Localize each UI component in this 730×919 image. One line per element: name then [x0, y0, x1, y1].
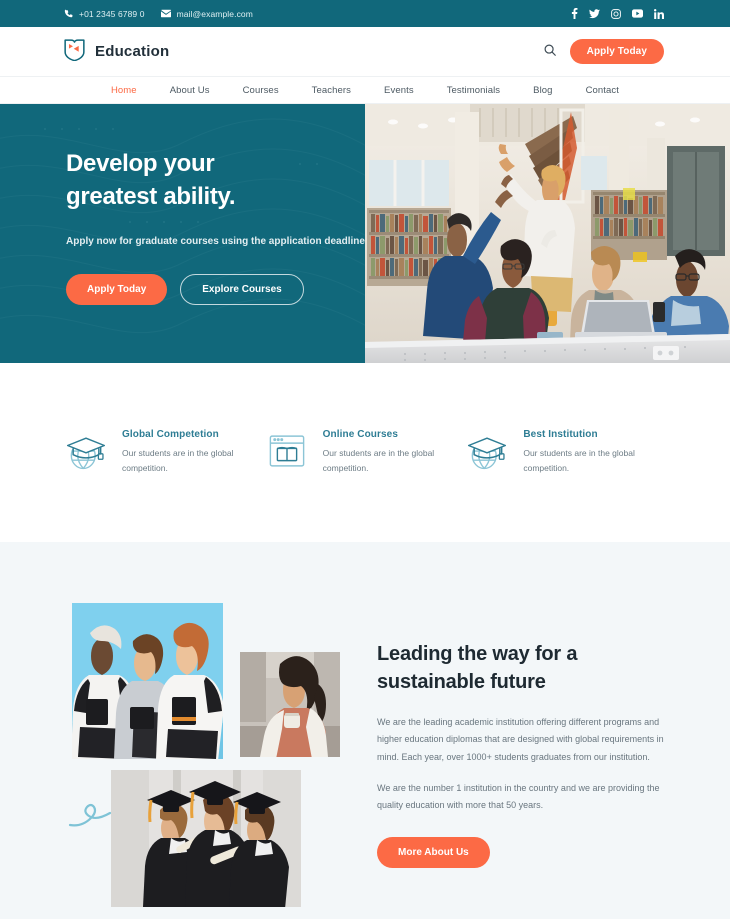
- feature-global-competetion: Global Competetion Our students are in t…: [64, 429, 265, 475]
- top-contact-info: +01 2345 6789 0 mail@example.com: [64, 9, 253, 19]
- email-contact[interactable]: mail@example.com: [160, 8, 253, 19]
- brand-logo[interactable]: Education: [64, 38, 169, 66]
- woman-with-coffee-photo: [240, 652, 340, 757]
- header-actions: Apply Today: [544, 39, 664, 64]
- hero-image: [365, 104, 730, 363]
- feature-description: Our students are in the global competiti…: [523, 448, 635, 473]
- social-links: [571, 8, 664, 19]
- youtube-icon[interactable]: [632, 9, 643, 18]
- hero-heading-line2: greatest ability.: [66, 182, 236, 210]
- nav-item-events[interactable]: Events: [384, 85, 414, 96]
- envelope-icon: [160, 9, 171, 18]
- feature-online-courses: Online Courses Our students are in the g…: [265, 429, 466, 475]
- page-root: +01 2345 6789 0 mail@example.com Educati…: [0, 0, 730, 919]
- students-with-backpacks-photo: [72, 603, 223, 759]
- feature-text-block: Global Competetion Our students are in t…: [122, 429, 265, 475]
- email-address: mail@example.com: [176, 8, 253, 19]
- feature-best-institution: Best Institution Our students are in the…: [465, 429, 666, 475]
- about-heading-line2: sustainable future: [377, 670, 546, 693]
- hero-heading-line1: Develop your: [66, 150, 215, 177]
- main-navigation: Home About Us Courses Teachers Events Te…: [0, 76, 730, 104]
- features-section: Global Competetion Our students are in t…: [0, 363, 730, 542]
- more-about-us-button[interactable]: More About Us: [377, 836, 490, 868]
- twitter-icon[interactable]: [589, 8, 600, 19]
- squiggle-loop-decoration: [68, 803, 112, 827]
- about-heading-line1: Leading the way for a: [377, 643, 578, 665]
- apply-today-header-button[interactable]: Apply Today: [569, 39, 664, 64]
- about-heading: Leading the way for a sustainable future: [377, 641, 667, 696]
- nav-item-home[interactable]: Home: [111, 85, 137, 96]
- phone-contact[interactable]: +01 2345 6789 0: [64, 9, 145, 19]
- graduates-in-caps-photo: [111, 770, 301, 907]
- nav-item-contact[interactable]: Contact: [586, 85, 619, 96]
- nav-item-courses[interactable]: Courses: [243, 85, 279, 96]
- feature-title: Best Institution: [523, 429, 598, 441]
- globe-graduation-cap-icon: [64, 429, 108, 473]
- phone-icon: [64, 9, 73, 18]
- nav-item-about-us[interactable]: About Us: [170, 85, 210, 96]
- globe-graduation-cap-icon: [465, 429, 509, 473]
- about-content: Leading the way for a sustainable future…: [377, 641, 667, 868]
- hero-explore-courses-button[interactable]: Explore Courses: [180, 274, 304, 306]
- hero-content: Develop your greatest ability. Apply now…: [66, 148, 366, 306]
- nav-item-blog[interactable]: Blog: [533, 85, 552, 96]
- shield-book-logo-icon: [64, 38, 85, 66]
- site-header: Education Apply Today: [0, 27, 730, 76]
- feature-description: Our students are in the global competiti…: [322, 448, 435, 473]
- about-paragraph-2: We are the number 1 institution in the c…: [377, 782, 660, 811]
- about-paragraph-1: We are the leading academic institution …: [377, 717, 664, 762]
- feature-title: Online Courses: [322, 429, 398, 441]
- hero-buttons: Apply Today Explore Courses: [66, 274, 366, 306]
- nav-item-teachers[interactable]: Teachers: [312, 85, 351, 96]
- feature-description: Our students are in the global competiti…: [122, 448, 234, 473]
- linkedin-icon[interactable]: [654, 8, 664, 19]
- instagram-icon[interactable]: [611, 8, 621, 19]
- hero-section: Develop your greatest ability. Apply now…: [0, 104, 730, 363]
- browser-open-book-icon: [265, 429, 309, 473]
- hero-apply-today-button[interactable]: Apply Today: [66, 274, 168, 306]
- nav-item-testimonials[interactable]: Testimonials: [447, 85, 500, 96]
- brand-name: Education: [95, 43, 170, 60]
- facebook-icon[interactable]: [571, 8, 578, 19]
- search-button[interactable]: [544, 44, 556, 59]
- hero-subtext: Apply now for graduate courses using the…: [66, 236, 365, 248]
- feature-text-block: Best Institution Our students are in the…: [523, 429, 666, 475]
- search-icon: [544, 44, 556, 59]
- about-section: Leading the way for a sustainable future…: [0, 542, 730, 919]
- phone-number: +01 2345 6789 0: [79, 8, 145, 19]
- feature-text-block: Online Courses Our students are in the g…: [323, 429, 466, 475]
- top-contact-bar: +01 2345 6789 0 mail@example.com: [0, 0, 730, 27]
- feature-title: Global Competetion: [122, 429, 219, 441]
- hero-heading: Develop your greatest ability.: [66, 148, 366, 213]
- about-inner: Leading the way for a sustainable future…: [0, 542, 730, 919]
